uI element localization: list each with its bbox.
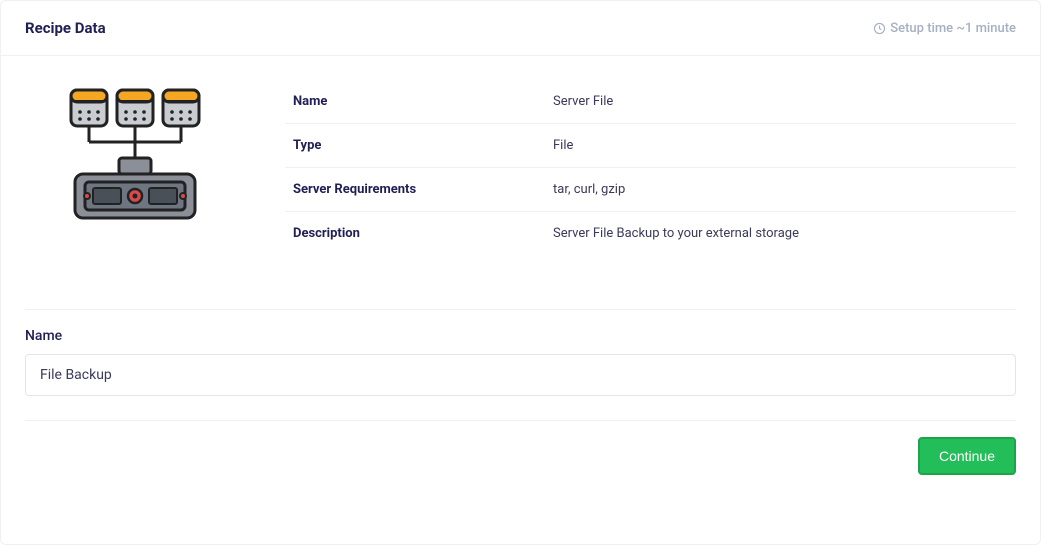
- detail-value-type: File: [545, 124, 1016, 168]
- footer-divider: [25, 420, 1016, 421]
- recipe-card: Recipe Data Setup time ~1 minute: [0, 0, 1041, 545]
- detail-value-description: Server File Backup to your external stor…: [545, 212, 1016, 256]
- name-input[interactable]: [25, 354, 1016, 396]
- name-form-group: Name: [25, 328, 1016, 396]
- detail-label-type: Type: [285, 124, 545, 168]
- clock-icon: [873, 22, 886, 35]
- detail-value-requirements: tar, curl, gzip: [545, 168, 1016, 212]
- server-backup-icon: [65, 86, 205, 230]
- name-input-label: Name: [25, 328, 1016, 344]
- table-row: Description Server File Backup to your e…: [285, 212, 1016, 256]
- setup-time-badge: Setup time ~1 minute: [873, 21, 1016, 36]
- table-row: Type File: [285, 124, 1016, 168]
- card-header: Recipe Data Setup time ~1 minute: [1, 1, 1040, 56]
- recipe-details-table: Name Server File Type File Server Requir…: [285, 80, 1016, 255]
- detail-value-name: Server File: [545, 80, 1016, 124]
- table-row: Server Requirements tar, curl, gzip: [285, 168, 1016, 212]
- card-footer: Continue: [1, 437, 1040, 499]
- detail-label-requirements: Server Requirements: [285, 168, 545, 212]
- section-divider: [25, 309, 1016, 310]
- card-title: Recipe Data: [25, 19, 106, 37]
- setup-time-text: Setup time ~1 minute: [890, 21, 1016, 36]
- recipe-icon-column: [25, 80, 245, 230]
- continue-button[interactable]: Continue: [918, 437, 1016, 475]
- table-row: Name Server File: [285, 80, 1016, 124]
- detail-label-name: Name: [285, 80, 545, 124]
- card-body: Name Server File Type File Server Requir…: [1, 56, 1040, 421]
- detail-label-description: Description: [285, 212, 545, 256]
- recipe-details-row: Name Server File Type File Server Requir…: [25, 80, 1016, 255]
